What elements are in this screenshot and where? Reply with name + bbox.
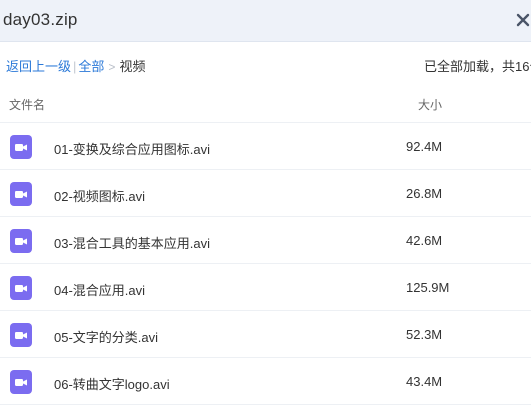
file-row[interactable]: 01-变换及综合应用图标.avi 92.4M [0,123,531,170]
file-row[interactable]: 05-文字的分类.avi 52.3M [0,311,531,358]
file-size: 92.4M [406,139,443,154]
video-file-icon [10,229,32,253]
file-name: 06-转曲文字logo.avi [54,377,170,392]
file-size: 52.3M [406,327,443,342]
breadcrumb: 返回上一级 | 全部 > 视频 [6,56,145,75]
column-header-name: 文件名 [9,98,46,112]
video-file-icon [10,370,32,394]
file-row[interactable]: 02-视频图标.avi 26.8M [0,170,531,217]
all-files-link[interactable]: 全部 [78,59,104,74]
video-file-icon [10,276,32,300]
load-status: 已全部加载，共16个 [424,59,531,74]
video-file-icon [10,182,32,206]
file-size: 26.8M [406,186,443,201]
file-name: 04-混合应用.avi [54,283,146,298]
breadcrumb-current: 视频 [119,59,146,74]
file-row[interactable]: 04-混合应用.avi 125.9M [0,264,531,311]
column-header-size: 大小 [418,98,443,112]
back-link[interactable]: 返回上一级 [6,59,71,74]
breadcrumb-divider: | [73,59,77,74]
title-bar: day03.zip [0,0,531,42]
file-size: 43.4M [406,374,443,389]
video-file-icon [10,135,32,159]
file-name: 03-混合工具的基本应用.avi [54,236,211,251]
video-file-icon [10,323,32,347]
breadcrumb-separator-icon: > [108,60,116,74]
window-title: day03.zip [3,10,78,29]
file-name: 05-文字的分类.avi [54,330,159,345]
file-row[interactable]: 03-混合工具的基本应用.avi 42.6M [0,217,531,264]
file-name: 02-视频图标.avi [54,189,146,204]
file-name: 01-变换及综合应用图标.avi [54,142,211,157]
file-size: 42.6M [406,233,443,248]
close-icon[interactable] [516,13,530,27]
file-size: 125.9M [406,280,450,295]
